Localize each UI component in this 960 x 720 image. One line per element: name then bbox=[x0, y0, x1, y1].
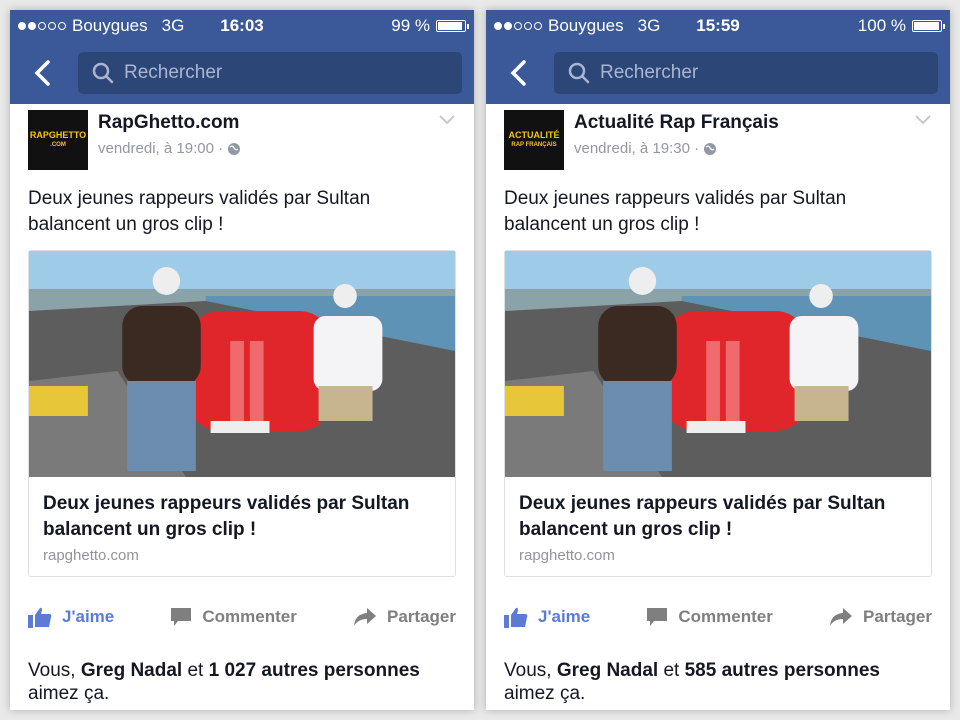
like-label: J'aime bbox=[538, 607, 591, 626]
share-label: Partager bbox=[863, 607, 932, 626]
status-bar: Bouygues 3G 16:03 99 % bbox=[10, 10, 474, 42]
share-icon bbox=[830, 608, 852, 626]
post-timestamp: vendredi, à 19:00 · bbox=[98, 140, 241, 157]
likes-friend: Greg Nadal bbox=[80, 660, 183, 681]
link-title: Deux jeunes rappeurs validés par Sultan … bbox=[43, 493, 410, 540]
comment-button[interactable]: Commenter bbox=[646, 607, 773, 627]
page-avatar[interactable]: ACTUALITÉ RAP FRANÇAIS bbox=[504, 110, 564, 170]
page-avatar[interactable]: RAPGHETTO .COM bbox=[28, 110, 88, 170]
search-placeholder: Rechercher bbox=[600, 62, 699, 83]
post-header: RAPGHETTO .COM RapGhetto.com vendredi, à… bbox=[28, 104, 456, 174]
signal-icon bbox=[18, 22, 66, 30]
link-domain: rapghetto.com bbox=[43, 547, 139, 564]
search-input[interactable]: Rechercher bbox=[78, 52, 462, 94]
likes-middle: et bbox=[182, 660, 209, 681]
post-timestamp: vendredi, à 19:30 · bbox=[574, 140, 779, 157]
battery-percent: 100 % bbox=[857, 16, 906, 35]
comment-button[interactable]: Commenter bbox=[170, 607, 297, 627]
like-label: J'aime bbox=[62, 607, 115, 626]
comment-icon bbox=[171, 608, 192, 626]
carrier-name: Bouygues bbox=[548, 16, 624, 35]
back-button[interactable] bbox=[22, 53, 62, 93]
thumbs-up-icon bbox=[504, 607, 528, 628]
page-name[interactable]: Actualité Rap Français bbox=[574, 112, 779, 134]
search-icon bbox=[92, 62, 114, 84]
phone-screenshot-left: Bouygues 3G 16:03 99 % Rechercher RAPGHE… bbox=[10, 10, 474, 710]
chevron-down-icon[interactable] bbox=[914, 114, 932, 126]
search-placeholder: Rechercher bbox=[124, 62, 223, 83]
likes-prefix: Vous, bbox=[28, 660, 81, 681]
video-thumbnail bbox=[505, 251, 931, 477]
post-header: ACTUALITÉ RAP FRANÇAIS Actualité Rap Fra… bbox=[504, 104, 932, 174]
status-bar: Bouygues 3G 15:59 100 % bbox=[486, 10, 950, 42]
likes-count: 1 027 autres personnes bbox=[208, 660, 420, 681]
like-button[interactable]: J'aime bbox=[28, 606, 114, 628]
phone-screenshot-right: Bouygues 3G 15:59 100 % Rechercher ACTUA… bbox=[486, 10, 950, 710]
share-button[interactable]: Partager bbox=[353, 607, 456, 627]
logo-text: ACTUALITÉ bbox=[508, 130, 560, 140]
feed-post: RAPGHETTO .COM RapGhetto.com vendredi, à… bbox=[10, 104, 474, 705]
post-caption: Deux jeunes rappeurs validés par Sultan … bbox=[28, 188, 371, 235]
likes-suffix: aimez ça. bbox=[28, 683, 110, 704]
battery-icon bbox=[912, 20, 945, 32]
back-button[interactable] bbox=[498, 53, 538, 93]
like-button[interactable]: J'aime bbox=[504, 606, 590, 628]
action-bar: J'aime Commenter Partager bbox=[28, 597, 456, 637]
link-title: Deux jeunes rappeurs validés par Sultan … bbox=[519, 493, 886, 540]
comment-label: Commenter bbox=[678, 607, 773, 626]
likes-prefix: Vous, bbox=[504, 660, 557, 681]
logo-subtext: RAP FRANÇAIS bbox=[511, 142, 557, 148]
post-caption: Deux jeunes rappeurs validés par Sultan … bbox=[504, 188, 847, 235]
logo-text: RAPGHETTO bbox=[29, 130, 87, 140]
post-date: vendredi, à 19:30 · bbox=[574, 140, 700, 157]
comment-icon bbox=[647, 608, 668, 626]
likes-friend: Greg Nadal bbox=[556, 660, 659, 681]
navigation-bar: Rechercher bbox=[10, 42, 474, 104]
post-date: vendredi, à 19:00 · bbox=[98, 140, 224, 157]
likes-summary[interactable]: Vous, Greg Nadal et 1 027 autres personn… bbox=[28, 659, 456, 705]
share-button[interactable]: Partager bbox=[829, 607, 932, 627]
chevron-left-icon bbox=[34, 60, 50, 86]
action-bar: J'aime Commenter Partager bbox=[504, 597, 932, 637]
likes-suffix: aimez ça. bbox=[504, 683, 586, 704]
share-icon bbox=[354, 608, 376, 626]
link-domain: rapghetto.com bbox=[519, 547, 615, 564]
globe-icon bbox=[228, 142, 241, 155]
clock: 15:59 bbox=[696, 16, 740, 35]
battery-icon bbox=[436, 20, 469, 32]
chevron-left-icon bbox=[510, 60, 526, 86]
likes-count: 585 autres personnes bbox=[684, 660, 880, 681]
network-type: 3G bbox=[161, 16, 185, 35]
navigation-bar: Rechercher bbox=[486, 42, 950, 104]
signal-icon bbox=[494, 22, 542, 30]
share-label: Partager bbox=[387, 607, 456, 626]
globe-icon bbox=[704, 142, 717, 155]
clock: 16:03 bbox=[220, 16, 264, 35]
chevron-down-icon[interactable] bbox=[438, 114, 456, 126]
network-type: 3G bbox=[637, 16, 661, 35]
link-preview-card[interactable]: Deux jeunes rappeurs validés par Sultan … bbox=[504, 250, 932, 577]
battery-percent: 99 % bbox=[391, 16, 430, 35]
likes-summary[interactable]: Vous, Greg Nadal et 585 autres personnes… bbox=[504, 659, 932, 705]
thumbs-up-icon bbox=[28, 607, 52, 628]
likes-middle: et bbox=[658, 660, 685, 681]
feed-post: ACTUALITÉ RAP FRANÇAIS Actualité Rap Fra… bbox=[486, 104, 950, 705]
comment-label: Commenter bbox=[202, 607, 297, 626]
page-name[interactable]: RapGhetto.com bbox=[98, 112, 241, 134]
video-thumbnail bbox=[29, 251, 455, 477]
search-icon bbox=[568, 62, 590, 84]
link-preview-card[interactable]: Deux jeunes rappeurs validés par Sultan … bbox=[28, 250, 456, 577]
carrier-name: Bouygues bbox=[72, 16, 148, 35]
search-input[interactable]: Rechercher bbox=[554, 52, 938, 94]
logo-subtext: .COM bbox=[50, 142, 66, 148]
